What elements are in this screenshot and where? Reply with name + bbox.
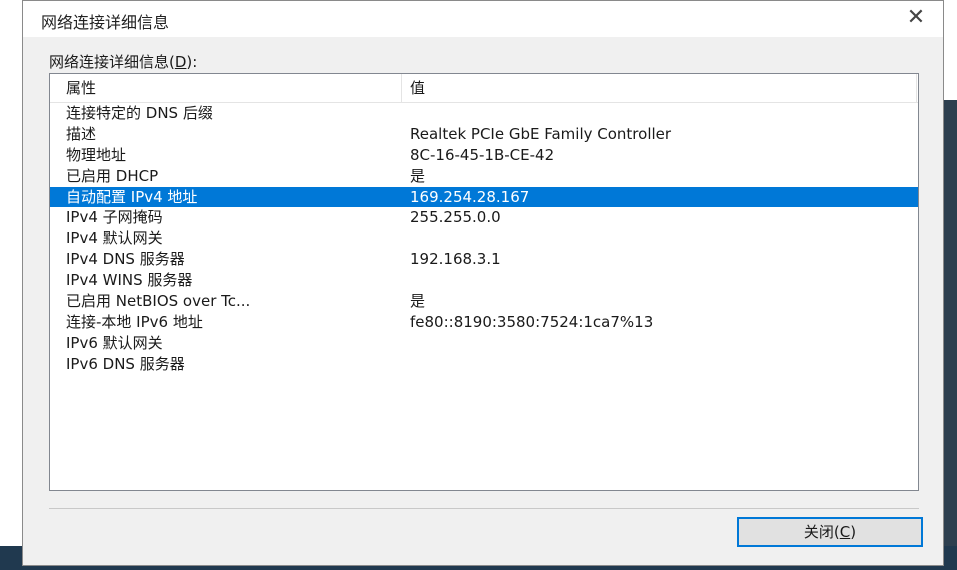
close-icon[interactable]: ✕ bbox=[901, 3, 931, 33]
details-list-view[interactable]: 属性 值 连接特定的 DNS 后缀 描述 Realtek PCIe GbE Fami… bbox=[49, 73, 919, 491]
table-row[interactable]: 物理地址 8C-16-45-1B-CE-42 bbox=[50, 145, 918, 166]
column-divider[interactable] bbox=[401, 74, 402, 102]
property-cell: 已启用 NetBIOS over Tc... bbox=[66, 292, 251, 311]
value-cell: Realtek PCIe GbE Family Controller bbox=[410, 124, 672, 143]
property-cell: IPv6 DNS 服务器 bbox=[66, 354, 185, 373]
screen: 网络连接详细信息 ✕ 网络连接详细信息(D): 属性 值 连接特定的 DNS 后… bbox=[0, 0, 957, 570]
details-label: 网络连接详细信息(D): bbox=[49, 51, 197, 72]
close-button-prefix: 关闭( bbox=[803, 523, 840, 541]
table-row[interactable]: 自动配置 IPv4 地址 169.254.28.167 bbox=[50, 186, 918, 208]
network-connection-details-dialog: 网络连接详细信息 ✕ 网络连接详细信息(D): 属性 值 连接特定的 DNS 后… bbox=[22, 0, 944, 566]
list-header: 属性 值 bbox=[50, 74, 918, 103]
close-button-accesskey: C bbox=[839, 523, 851, 541]
table-row[interactable]: 描述 Realtek PCIe GbE Family Controller bbox=[50, 124, 918, 145]
property-cell: IPv6 默认网关 bbox=[66, 333, 163, 352]
table-row[interactable]: IPv6 默认网关 bbox=[50, 333, 918, 354]
property-cell: IPv4 子网掩码 bbox=[66, 208, 163, 227]
background-right bbox=[944, 100, 957, 570]
table-row[interactable]: IPv4 默认网关 bbox=[50, 228, 918, 249]
value-cell: 是 bbox=[410, 166, 426, 185]
value-cell: fe80::8190:3580:7524:1ca7%13 bbox=[410, 312, 654, 331]
details-label-accesskey: D bbox=[174, 53, 187, 71]
property-cell: 连接特定的 DNS 后缀 bbox=[66, 104, 213, 122]
table-row[interactable]: IPv4 DNS 服务器 192.168.3.1 bbox=[50, 249, 918, 270]
dialog-title: 网络连接详细信息 bbox=[41, 13, 170, 32]
table-row[interactable]: IPv4 WINS 服务器 bbox=[50, 270, 918, 291]
table-row[interactable]: 已启用 NetBIOS over Tc... 是 bbox=[50, 291, 918, 312]
background-left bbox=[0, 0, 22, 570]
close-button-suffix: ) bbox=[850, 523, 857, 541]
value-cell: 169.254.28.167 bbox=[410, 187, 530, 206]
list-body: 连接特定的 DNS 后缀 描述 Realtek PCIe GbE Family Co… bbox=[50, 103, 918, 375]
column-header-value[interactable]: 值 bbox=[410, 74, 890, 102]
table-row[interactable]: 连接-本地 IPv6 地址 fe80::8190:3580:7524:1ca7%1… bbox=[50, 312, 918, 333]
column-divider[interactable] bbox=[916, 74, 917, 102]
property-cell: IPv4 默认网关 bbox=[66, 229, 163, 248]
property-cell: 自动配置 IPv4 地址 bbox=[66, 187, 198, 206]
value-cell: 8C-16-45-1B-CE-42 bbox=[410, 145, 555, 164]
property-cell: 连接-本地 IPv6 地址 bbox=[66, 312, 203, 331]
details-label-prefix: 网络连接详细信息( bbox=[49, 53, 175, 71]
value-cell: 192.168.3.1 bbox=[410, 250, 501, 269]
table-row[interactable]: IPv6 DNS 服务器 bbox=[50, 354, 918, 375]
value-cell: 255.255.0.0 bbox=[410, 208, 501, 227]
footer-divider bbox=[49, 508, 919, 509]
close-button[interactable]: 关闭(C) bbox=[737, 517, 923, 547]
table-row[interactable]: IPv4 子网掩码 255.255.0.0 bbox=[50, 207, 918, 228]
property-cell: IPv4 DNS 服务器 bbox=[66, 250, 185, 269]
property-cell: 物理地址 bbox=[66, 145, 127, 164]
property-cell: 描述 bbox=[66, 124, 97, 143]
title-bar: 网络连接详细信息 ✕ bbox=[23, 1, 943, 37]
details-label-suffix: ): bbox=[186, 53, 198, 71]
value-cell: 是 bbox=[410, 292, 426, 311]
property-cell: IPv4 WINS 服务器 bbox=[66, 271, 193, 290]
table-row[interactable]: 已启用 DHCP 是 bbox=[50, 166, 918, 187]
property-cell: 已启用 DHCP bbox=[66, 166, 159, 185]
table-row[interactable]: 连接特定的 DNS 后缀 bbox=[50, 103, 918, 124]
column-header-property[interactable]: 属性 bbox=[66, 74, 396, 102]
